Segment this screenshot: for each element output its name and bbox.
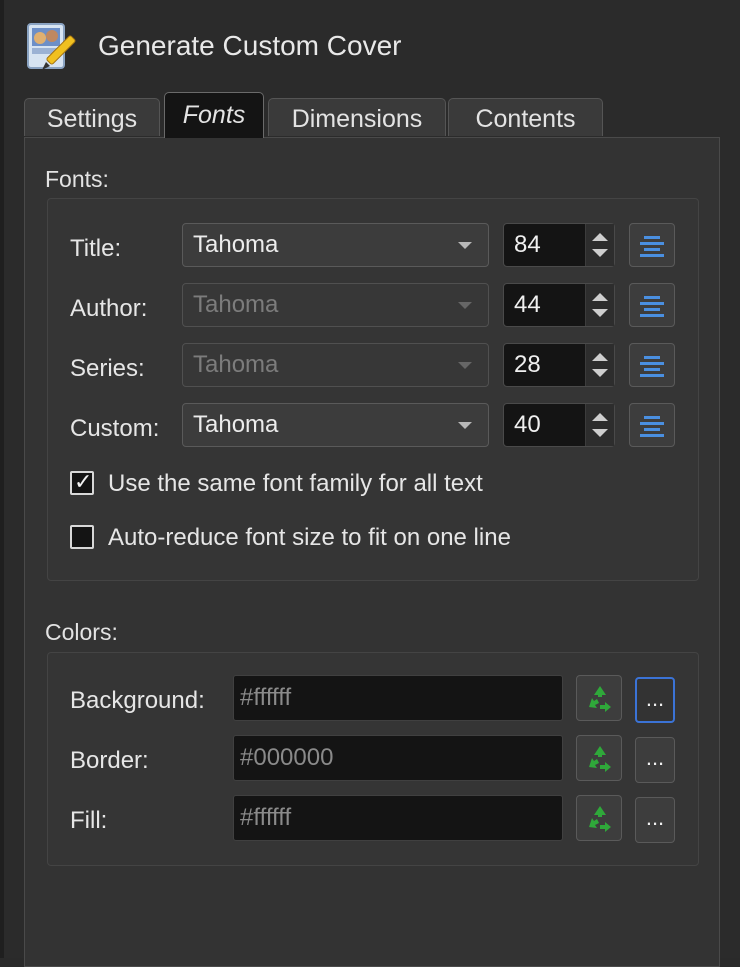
arrow-down-icon[interactable] [592, 369, 608, 377]
custom-font-select[interactable]: Tahoma [182, 403, 489, 447]
recycle-icon [589, 686, 611, 712]
recycle-icon [589, 806, 611, 832]
title-font-value: Tahoma [193, 231, 279, 258]
background-color-input[interactable]: #ffffff [233, 675, 563, 721]
author-font-select[interactable]: Tahoma [182, 283, 489, 327]
series-size-stepper[interactable]: 28 [503, 343, 615, 387]
series-font-label: Series: [70, 355, 145, 382]
fonts-group: Title: Tahoma 84 Author: Tahoma 44 Serie… [47, 198, 699, 581]
fill-reset-button[interactable] [576, 795, 622, 841]
colors-group: Background: #ffffff ... Border: #000000 [47, 652, 699, 866]
stepper-arrows[interactable] [585, 224, 614, 266]
border-reset-button[interactable] [576, 735, 622, 781]
window-title: Generate Custom Cover [98, 30, 402, 61]
same-font-family-checkbox[interactable]: ✓ [70, 469, 94, 495]
tab-dimensions[interactable]: Dimensions [268, 98, 446, 136]
author-font-label: Author: [70, 295, 148, 322]
align-center-icon [640, 356, 664, 377]
align-center-icon [640, 296, 664, 317]
series-font-value: Tahoma [193, 351, 279, 378]
border-color-input[interactable]: #000000 [233, 735, 563, 781]
background-pick-button[interactable]: ... [635, 677, 675, 723]
chevron-down-icon [458, 302, 472, 309]
title-size-value: 84 [514, 231, 541, 258]
stepper-arrows[interactable] [585, 404, 614, 446]
custom-align-button[interactable] [629, 403, 675, 447]
same-font-family-label[interactable]: Use the same font family for all text [108, 470, 483, 498]
title-font-select[interactable]: Tahoma [182, 223, 489, 267]
title-size-stepper[interactable]: 84 [503, 223, 615, 267]
custom-size-value: 40 [514, 411, 541, 438]
arrow-up-icon[interactable] [592, 293, 608, 301]
align-center-icon [640, 236, 664, 257]
arrow-up-icon[interactable] [592, 353, 608, 361]
series-size-value: 28 [514, 351, 541, 378]
title-align-button[interactable] [629, 223, 675, 267]
custom-size-stepper[interactable]: 40 [503, 403, 615, 447]
border-pick-button[interactable]: ... [635, 737, 675, 783]
arrow-down-icon[interactable] [592, 309, 608, 317]
border-color-label: Border: [70, 747, 149, 774]
tab-fonts[interactable]: Fonts [164, 92, 264, 138]
custom-font-label: Custom: [70, 415, 160, 442]
arrow-up-icon[interactable] [592, 233, 608, 241]
custom-font-value: Tahoma [193, 411, 279, 438]
author-size-value: 44 [514, 291, 541, 318]
stepper-arrows[interactable] [585, 344, 614, 386]
arrow-up-icon[interactable] [592, 413, 608, 421]
fill-pick-button[interactable]: ... [635, 797, 675, 843]
auto-reduce-checkbox[interactable] [70, 525, 94, 549]
tab-contents[interactable]: Contents [448, 98, 603, 136]
author-size-stepper[interactable]: 44 [503, 283, 615, 327]
background-reset-button[interactable] [576, 675, 622, 721]
background-color-label: Background: [70, 687, 205, 714]
author-align-button[interactable] [629, 283, 675, 327]
auto-reduce-label[interactable]: Auto-reduce font size to fit on one line [108, 524, 511, 552]
colors-section-label: Colors: [45, 619, 118, 645]
fonts-section-label: Fonts: [45, 166, 109, 192]
align-center-icon [640, 416, 664, 437]
tab-settings[interactable]: Settings [24, 98, 160, 136]
generate-cover-window: Generate Custom Cover Settings Fonts Dim… [0, 0, 740, 967]
fill-color-input[interactable]: #ffffff [233, 795, 563, 841]
arrow-down-icon[interactable] [592, 429, 608, 437]
tab-panel-fonts: Fonts: Title: Tahoma 84 Author: Tahoma 4… [24, 137, 720, 967]
cover-generator-icon [24, 18, 80, 76]
window-edge [0, 0, 4, 958]
chevron-down-icon [458, 422, 472, 429]
title-font-label: Title: [70, 235, 122, 262]
stepper-arrows[interactable] [585, 284, 614, 326]
series-align-button[interactable] [629, 343, 675, 387]
author-font-value: Tahoma [193, 291, 279, 318]
checkmark-icon: ✓ [74, 469, 93, 494]
arrow-down-icon[interactable] [592, 249, 608, 257]
recycle-icon [589, 746, 611, 772]
chevron-down-icon [458, 242, 472, 249]
fill-color-label: Fill: [70, 807, 108, 834]
chevron-down-icon [458, 362, 472, 369]
series-font-select[interactable]: Tahoma [182, 343, 489, 387]
